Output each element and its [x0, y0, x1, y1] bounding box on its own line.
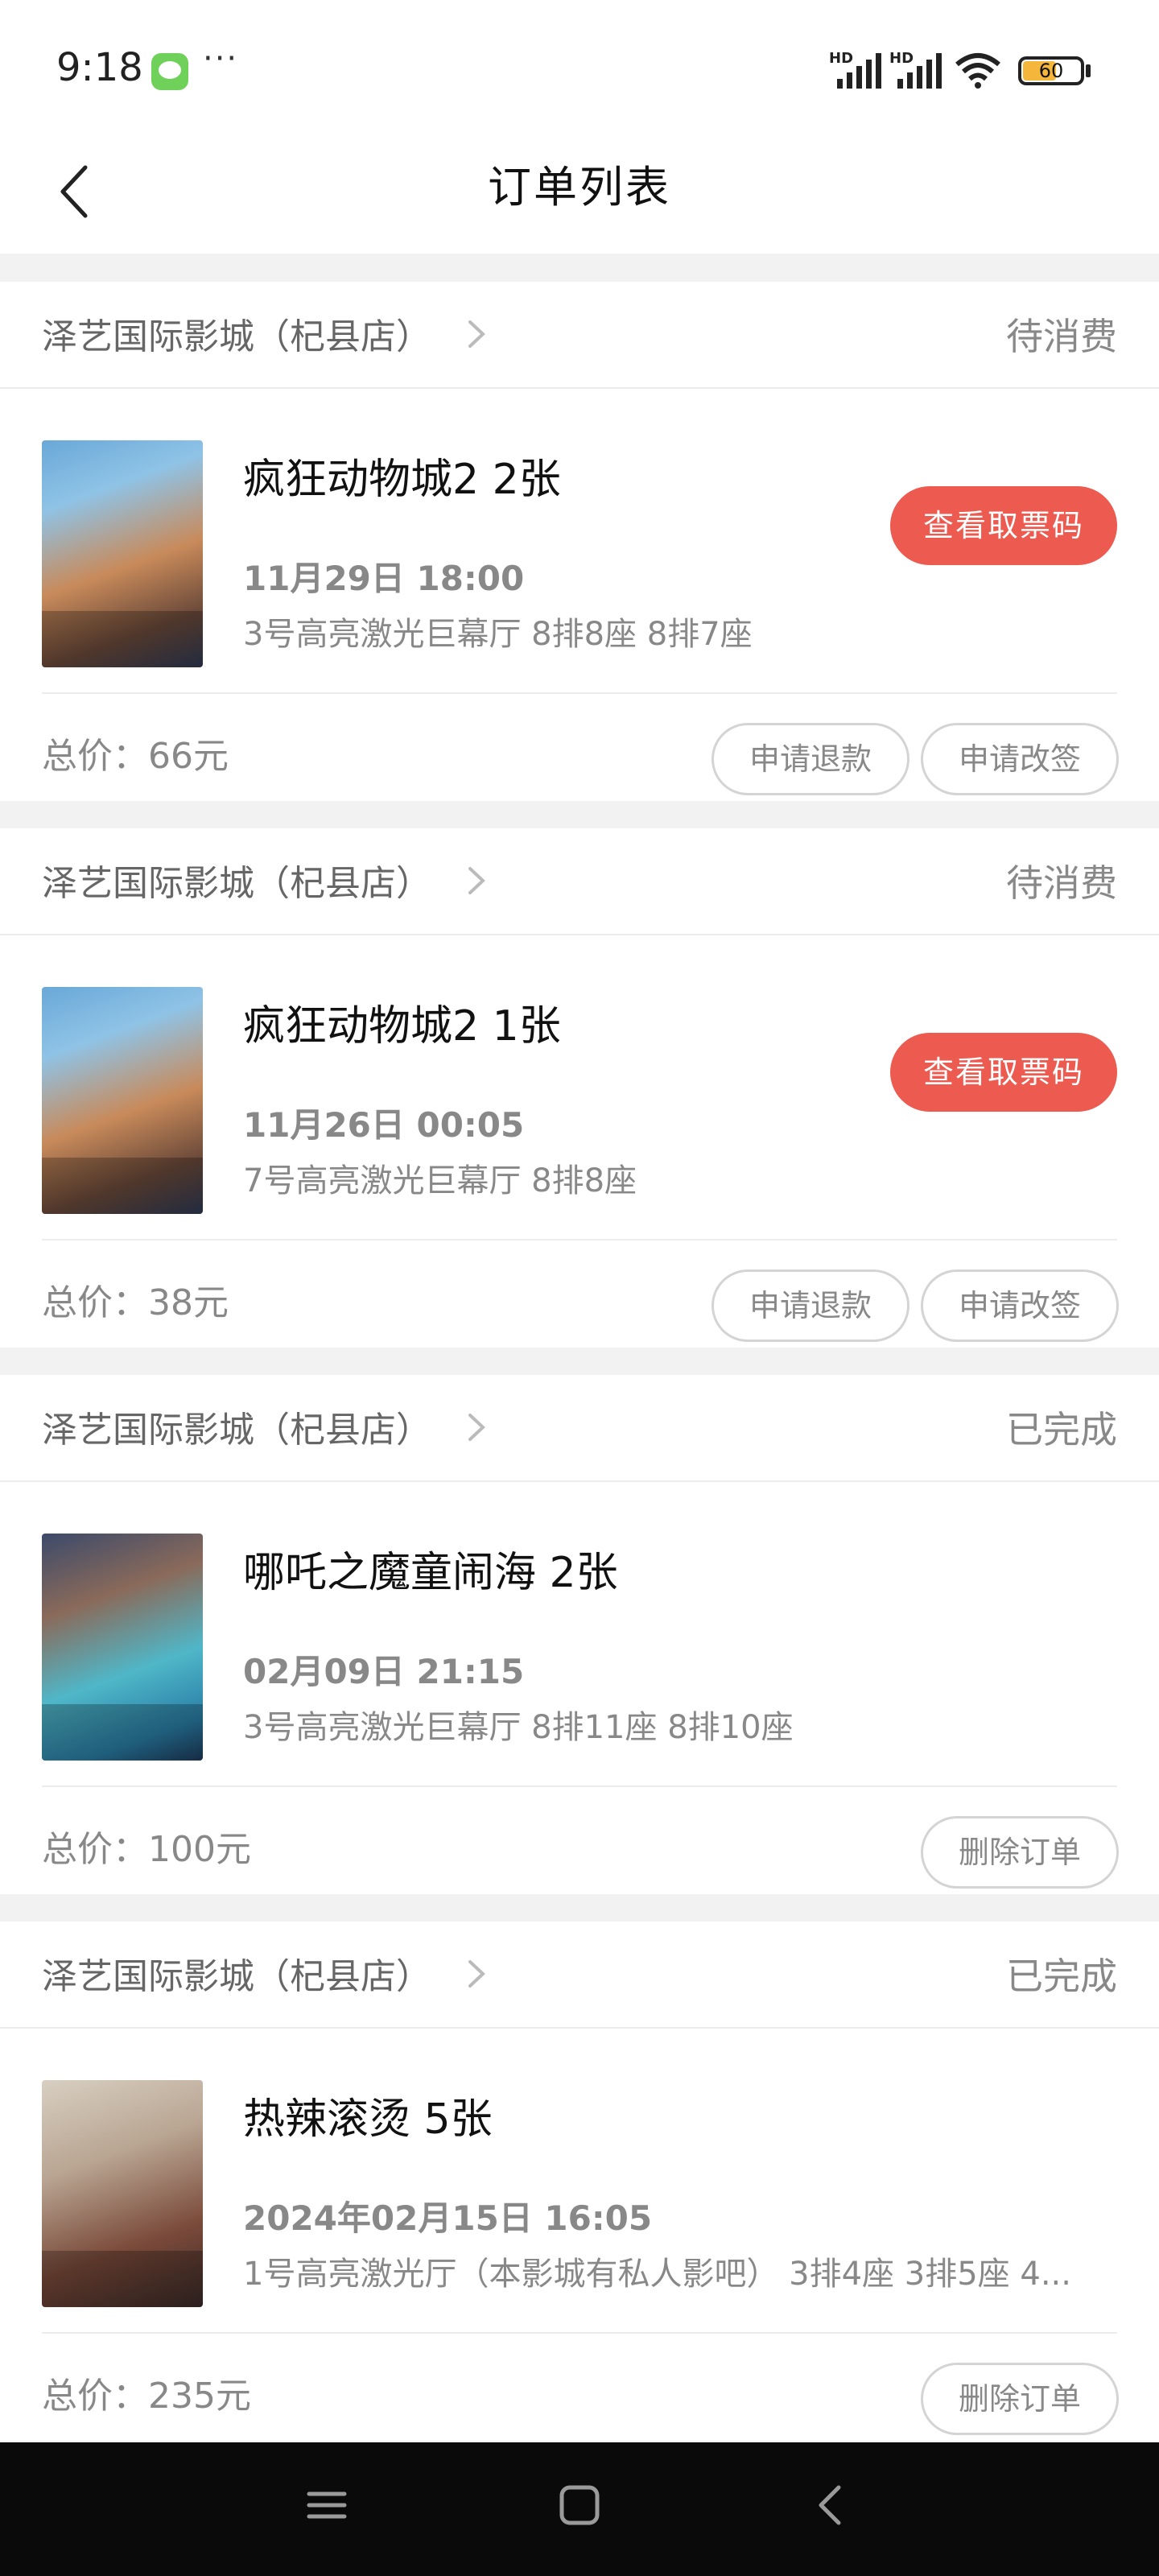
change-ticket-button[interactable]: 申请改签 [921, 1269, 1119, 1342]
divider [42, 2332, 1117, 2334]
refund-button[interactable]: 申请退款 [711, 723, 909, 795]
cinema-name[interactable]: 泽艺国际影城（杞县店） [42, 1947, 431, 1999]
chevron-right-icon[interactable] [460, 861, 493, 901]
hall-seats: 7号高亮激光巨幕厅 8排8座 [243, 1162, 637, 1199]
total-price: 总价：66元 [42, 736, 229, 777]
divider [42, 692, 1117, 694]
signal-strength-icon: HD [889, 50, 946, 92]
movie-poster[interactable] [42, 1534, 203, 1761]
system-navigation-bar [0, 2442, 1159, 2576]
delete-order-button[interactable]: 删除订单 [921, 1816, 1119, 1889]
divider [0, 1480, 1159, 1482]
hall-seats: 3号高亮激光巨幕厅 8排11座 8排10座 [243, 1709, 794, 1746]
cinema-name[interactable]: 泽艺国际影城（杞县店） [42, 308, 431, 359]
total-price: 总价：38元 [42, 1282, 229, 1323]
battery-icon: 60 [1018, 56, 1084, 85]
wechat-notification-icon [151, 53, 188, 90]
delete-order-button[interactable]: 删除订单 [921, 2363, 1119, 2435]
back-triangle-icon[interactable] [808, 2483, 853, 2528]
divider [0, 387, 1159, 389]
wifi-icon [955, 53, 1000, 89]
divider [42, 1785, 1117, 1787]
show-time: 2024年02月15日 16:05 [243, 2198, 653, 2238]
cinema-row[interactable]: 泽艺国际影城（杞县店） 已完成 [0, 1375, 1159, 1480]
status-bar: 9:18 ··· HD HD 60 [0, 0, 1159, 137]
cinema-row[interactable]: 泽艺国际影城（杞县店） 已完成 [0, 1922, 1159, 2027]
order-status: 待消费 [1006, 315, 1117, 358]
cinema-row[interactable]: 泽艺国际影城（杞县店） 待消费 [0, 828, 1159, 934]
divider [0, 2027, 1159, 2029]
order-status: 待消费 [1006, 861, 1117, 905]
hall-seats: 1号高亮激光厅（本影城有私人影吧） 3排4座 3排5座 4... [243, 2256, 1071, 2293]
signal-hd-label: HD [829, 50, 854, 67]
order-status: 已完成 [1006, 1955, 1117, 1998]
order-card[interactable]: 泽艺国际影城（杞县店） 待消费 疯狂动物城2 1张 11月26日 00:05 7… [0, 828, 1159, 1348]
show-time: 11月26日 00:05 [243, 1105, 525, 1145]
home-square-icon[interactable] [557, 2483, 602, 2528]
status-time: 9:18 [56, 45, 143, 90]
page-title: 订单列表 [488, 162, 671, 213]
view-ticket-code-button[interactable]: 查看取票码 [890, 486, 1117, 565]
view-ticket-code-button[interactable]: 查看取票码 [890, 1033, 1117, 1112]
movie-title: 疯狂动物城2 1张 [243, 1002, 561, 1051]
order-card[interactable]: 泽艺国际影城（杞县店） 已完成 哪吒之魔童闹海 2张 02月09日 21:15 … [0, 1375, 1159, 1894]
movie-poster[interactable] [42, 987, 203, 1214]
refund-button[interactable]: 申请退款 [711, 1269, 909, 1342]
signal-strength-icon: HD [829, 50, 885, 92]
movie-title: 哪吒之魔童闹海 2张 [243, 1549, 618, 1597]
chevron-right-icon[interactable] [460, 1407, 493, 1447]
total-price: 总价：235元 [42, 2376, 251, 2417]
battery-level: 60 [1038, 60, 1064, 82]
chevron-right-icon[interactable] [460, 1954, 493, 1994]
divider [0, 934, 1159, 935]
cinema-name[interactable]: 泽艺国际影城（杞县店） [42, 854, 431, 906]
signal-hd-label: HD [889, 50, 914, 67]
order-status: 已完成 [1006, 1408, 1117, 1451]
show-time: 02月09日 21:15 [243, 1652, 525, 1691]
total-price: 总价：100元 [42, 1829, 251, 1870]
order-card[interactable]: 泽艺国际影城（杞县店） 待消费 疯狂动物城2 2张 11月29日 18:00 3… [0, 282, 1159, 801]
movie-title: 热辣滚烫 5张 [243, 2095, 493, 2144]
more-notifications-icon: ··· [203, 40, 239, 77]
chevron-right-icon[interactable] [460, 314, 493, 354]
divider [42, 1239, 1117, 1241]
cinema-name[interactable]: 泽艺国际影城（杞县店） [42, 1401, 431, 1452]
nav-bar: 订单列表 [0, 137, 1159, 254]
movie-poster[interactable] [42, 2080, 203, 2307]
menu-icon[interactable] [304, 2483, 349, 2528]
hall-seats: 3号高亮激光巨幕厅 8排8座 8排7座 [243, 616, 753, 653]
movie-poster[interactable] [42, 440, 203, 667]
movie-title: 疯狂动物城2 2张 [243, 456, 561, 504]
cinema-row[interactable]: 泽艺国际影城（杞县店） 待消费 [0, 282, 1159, 387]
order-card[interactable]: 泽艺国际影城（杞县店） 已完成 热辣滚烫 5张 2024年02月15日 16:0… [0, 1922, 1159, 2441]
battery-cap [1086, 64, 1091, 77]
show-time: 11月29日 18:00 [243, 559, 525, 598]
change-ticket-button[interactable]: 申请改签 [921, 723, 1119, 795]
